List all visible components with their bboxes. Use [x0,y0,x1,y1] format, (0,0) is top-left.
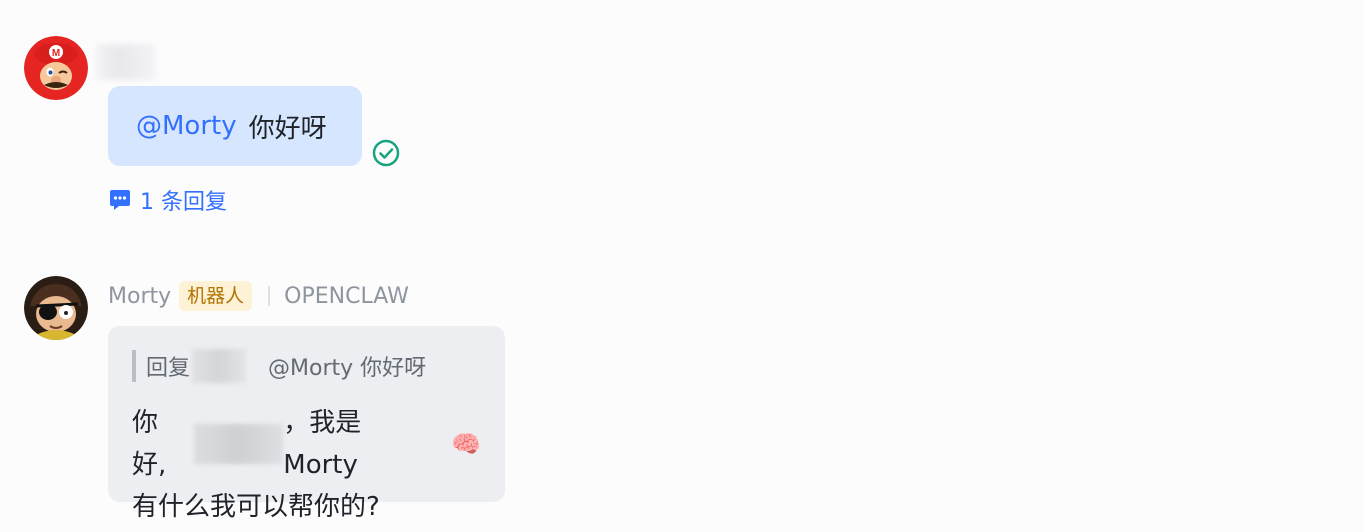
quote-prefix: 回复 [146,356,191,381]
quoted-reply[interactable]: 回复 @Morty 你好呀 [132,349,481,383]
divider [268,286,271,306]
user-message-bubble[interactable]: @Morty 你好呀 [108,86,362,166]
chat-bubble-icon [110,190,130,210]
brain-emoji: 🧠 [451,430,481,458]
user-name-blurred [193,424,284,464]
message-text: 你好呀 [248,113,327,144]
greeting-start: 你好, [132,408,167,480]
user-name-blurred [96,44,156,80]
user-avatar[interactable]: M [24,36,88,100]
bot-badge: 机器人 [179,281,253,311]
app-label: OPENCLAW [284,283,409,309]
thread-reply-link[interactable]: 1 条回复 [108,184,227,216]
svg-text:M: M [52,48,60,59]
avatar-image: M [24,36,88,100]
bot-message-header: Morty 机器人 OPENCLAW [108,280,409,312]
bot-reply-text: 你好, ，我是 Morty 🧠 有什么我可以帮你的? [132,402,481,528]
quoted-user-blurred [192,349,247,383]
bot-avatar[interactable] [24,276,88,340]
sender-name[interactable]: Morty [108,284,171,309]
quote-text: @Morty 你好呀 [268,356,427,381]
reply-line-2: 有什么我可以帮你的? [132,492,380,522]
mention-link[interactable]: @Morty [136,111,237,141]
avatar-image [24,276,88,340]
check-circle-icon [371,138,401,168]
bot-message-bubble[interactable]: 回复 @Morty 你好呀 你好, ，我是 Morty 🧠 有什么我可以帮你的? [108,326,505,522]
reply-count-label: 1 条回复 [140,190,227,215]
greeting-end: ，我是 Morty [283,408,362,480]
